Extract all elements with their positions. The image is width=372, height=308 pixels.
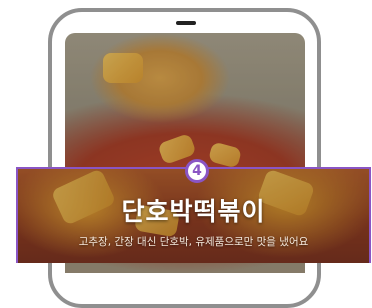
recipe-description: 고추장, 간장 대신 단호박, 유제품으로만 맛을 냈어요 <box>78 236 309 248</box>
recipe-title: 단호박떡볶이 <box>121 197 266 226</box>
phone-speaker <box>176 21 196 25</box>
step-number-badge: 4 <box>185 159 209 183</box>
